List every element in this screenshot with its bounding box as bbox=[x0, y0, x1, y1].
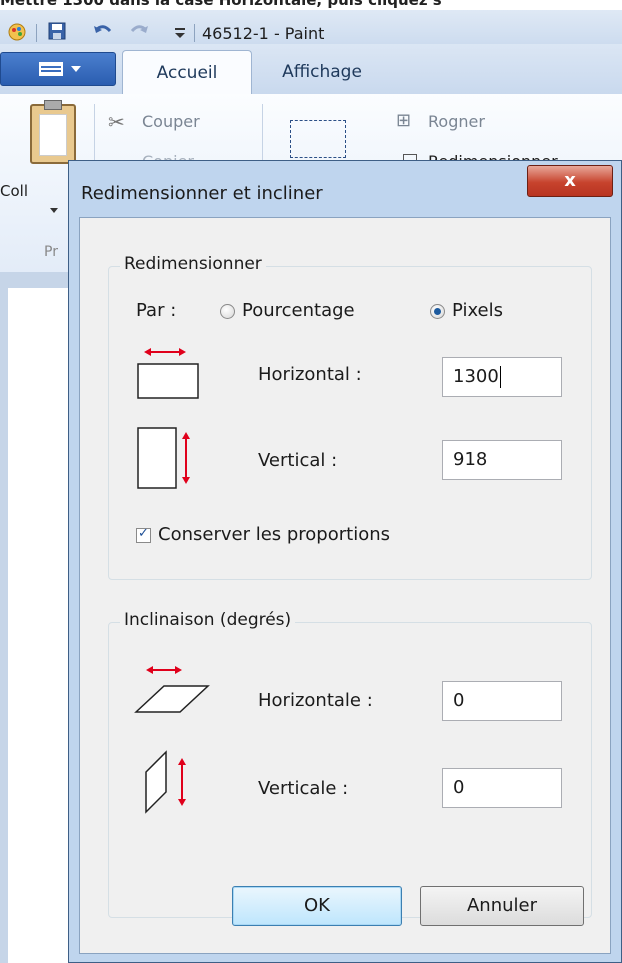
cancel-button[interactable]: Annuler bbox=[420, 886, 584, 926]
paste-label[interactable]: Coll bbox=[0, 182, 28, 200]
dialog-title: Redimensionner et incliner bbox=[81, 183, 323, 204]
tab-affichage[interactable]: Affichage bbox=[258, 50, 386, 94]
vertical-resize-icon bbox=[137, 427, 190, 489]
by-label: Par : bbox=[136, 300, 177, 321]
skew-vertical-label: Verticale : bbox=[258, 778, 349, 799]
horizontal-skew-icon bbox=[134, 666, 210, 713]
skew-group-label: Inclinaison (degrés) bbox=[120, 610, 296, 630]
skew-horizontal-value: 0 bbox=[453, 690, 465, 711]
select-icon[interactable] bbox=[290, 120, 346, 158]
undo-icon[interactable] bbox=[92, 22, 114, 42]
resize-group-label: Redimensionner bbox=[120, 254, 266, 274]
tab-accueil[interactable]: Accueil bbox=[122, 50, 252, 95]
percentage-label[interactable]: Pourcentage bbox=[242, 300, 355, 321]
pixels-label[interactable]: Pixels bbox=[452, 300, 503, 321]
resize-skew-dialog: Redimensionner et incliner x Redimension… bbox=[68, 160, 622, 963]
save-icon[interactable] bbox=[48, 22, 66, 42]
skew-vertical-field[interactable]: 0 bbox=[442, 768, 562, 808]
clipboard-group-label: Pr bbox=[44, 244, 58, 260]
customize-toolbar-icon[interactable] bbox=[172, 22, 188, 42]
cut-button[interactable]: Couper bbox=[142, 112, 200, 131]
paint-menu-button[interactable] bbox=[0, 52, 116, 86]
redo-icon[interactable] bbox=[128, 22, 150, 42]
vertical-value: 918 bbox=[453, 449, 488, 470]
clipboard-icon[interactable] bbox=[30, 100, 76, 164]
skew-vertical-value: 0 bbox=[453, 777, 465, 798]
paste-dropdown-icon[interactable] bbox=[50, 208, 58, 213]
chevron-down-icon bbox=[71, 66, 81, 72]
toolbar-separator bbox=[36, 24, 37, 42]
scissors-icon[interactable]: ✂ bbox=[108, 110, 125, 134]
menu-icon bbox=[39, 62, 63, 76]
ok-button[interactable]: OK bbox=[232, 886, 402, 926]
canvas-area bbox=[0, 272, 70, 963]
skew-horizontal-field[interactable]: 0 bbox=[442, 681, 562, 721]
ribbon-tab-row: Accueil Affichage bbox=[0, 44, 622, 95]
radio-pixels[interactable] bbox=[430, 304, 445, 319]
crop-icon[interactable]: ⊞ bbox=[396, 110, 411, 131]
crop-button[interactable]: Rogner bbox=[428, 112, 485, 131]
window-title: 46512-1 - Paint bbox=[202, 24, 325, 43]
keep-ratio-label[interactable]: Conserver les proportions bbox=[158, 524, 390, 545]
vertical-skew-icon bbox=[145, 750, 186, 814]
horizontal-value: 1300 bbox=[453, 366, 499, 387]
horizontal-resize-icon bbox=[137, 348, 199, 399]
horizontal-field[interactable]: 1300 bbox=[442, 357, 562, 397]
title-separator bbox=[194, 24, 195, 42]
dialog-body: Redimensionner Par : Pourcentage Pixels … bbox=[79, 217, 611, 954]
text-cursor bbox=[499, 366, 501, 388]
horizontal-label: Horizontal : bbox=[258, 364, 362, 385]
radio-percentage[interactable] bbox=[220, 304, 235, 319]
paint-app-icon[interactable] bbox=[6, 22, 28, 42]
vertical-label: Vertical : bbox=[258, 450, 338, 471]
skew-horizontal-label: Horizontale : bbox=[258, 690, 373, 711]
title-bar: 46512-1 - Paint bbox=[0, 10, 622, 44]
vertical-field[interactable]: 918 bbox=[442, 440, 562, 480]
keep-ratio-checkbox[interactable] bbox=[136, 526, 151, 543]
close-button[interactable]: x bbox=[527, 165, 613, 197]
canvas[interactable] bbox=[8, 288, 70, 963]
